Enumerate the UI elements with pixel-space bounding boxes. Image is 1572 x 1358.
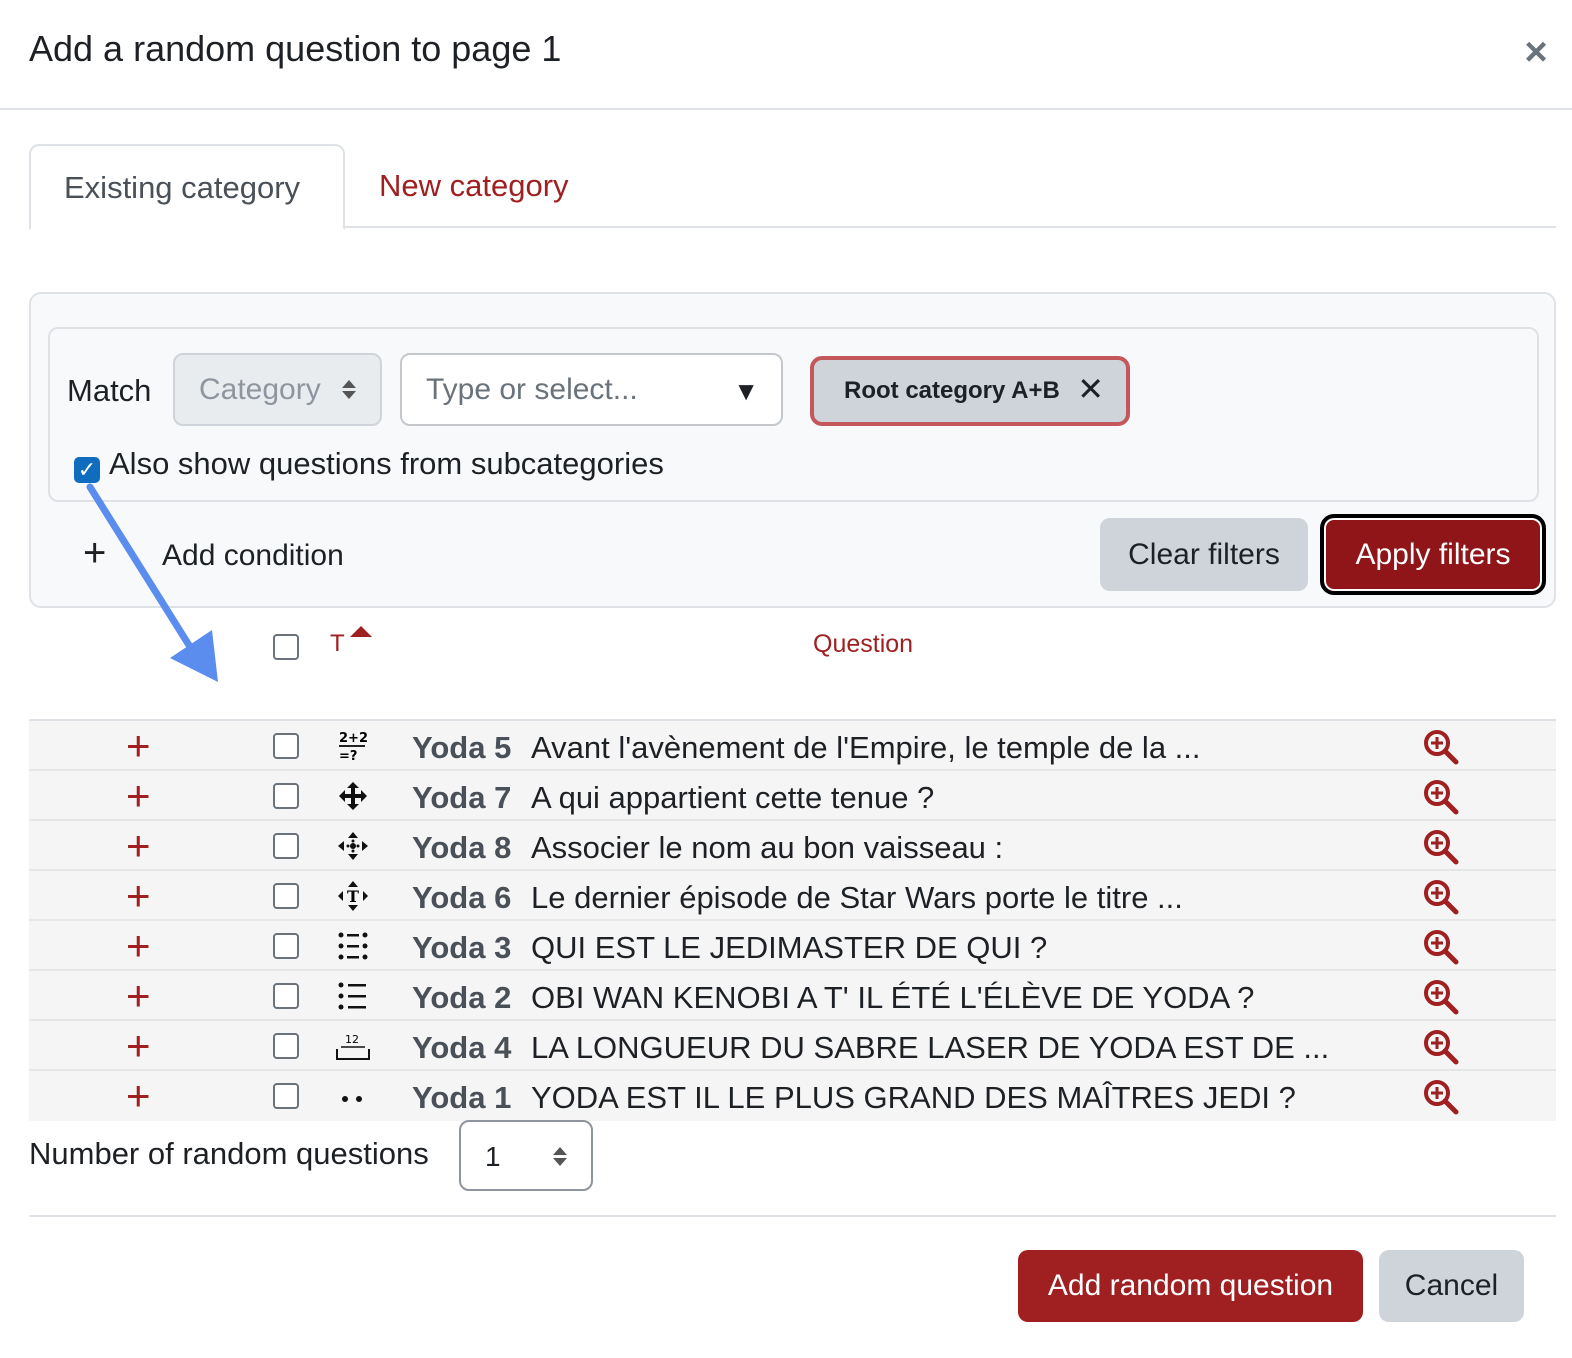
sort-updown-icon	[551, 1122, 569, 1218]
question-name: Yoda 1	[412, 1080, 512, 1115]
question-row: + Yoda 7 A qui appartient cette tenue ?	[29, 771, 1556, 821]
question-column-header[interactable]: Question	[813, 630, 913, 659]
question-row: + Yoda 2 OBI WAN KENOBI A T' IL ÉTÉ L'ÉLÈV…	[29, 971, 1556, 1021]
filter-panel: Match Category Type or select... ▼ Root …	[29, 292, 1556, 608]
question-name: Yoda 5	[412, 730, 512, 765]
selected-category-label: Root category A+B	[844, 377, 1060, 404]
add-question-plus-icon[interactable]: +	[126, 871, 151, 921]
sort-by-type-header[interactable]: T	[330, 630, 345, 658]
svg-text:2+2: 2+2	[339, 731, 368, 746]
question-row: + Yoda 8 Associer le nom au bon vaisseau :	[29, 821, 1556, 871]
question-checkbox[interactable]	[273, 983, 299, 1009]
condition-type-select[interactable]: Category	[173, 353, 382, 426]
drag-drop-image-icon	[333, 779, 373, 813]
question-row: + Yoda 1 YODA EST IL LE PLUS GRAND DES MAÎ…	[29, 1071, 1556, 1121]
dropdown-triangle-icon[interactable]: ▼	[733, 357, 759, 426]
add-question-plus-icon[interactable]: +	[126, 1071, 151, 1121]
question-name: Yoda 8	[412, 830, 512, 865]
clear-filters-button[interactable]: Clear filters	[1100, 518, 1308, 591]
select-all-checkbox[interactable]	[273, 634, 299, 660]
preview-zoom-icon[interactable]	[1423, 779, 1459, 815]
category-tabs: Existing category New category	[29, 144, 1556, 230]
remove-chip-icon[interactable]: ✕	[1077, 358, 1104, 420]
tab-existing-category[interactable]: Existing category	[29, 144, 345, 230]
question-text: A qui appartient cette tenue ?	[531, 780, 935, 815]
random-count-value: 1	[485, 1141, 501, 1172]
question-text: YODA EST IL LE PLUS GRAND DES MAÎTRES JE…	[531, 1080, 1296, 1115]
apply-filters-button[interactable]: Apply filters	[1320, 514, 1546, 595]
question-text: Le dernier épisode de Star Wars porte le…	[531, 880, 1183, 915]
footer-divider	[29, 1215, 1556, 1217]
preview-zoom-icon[interactable]	[1423, 879, 1459, 915]
matching-icon	[333, 929, 373, 963]
question-checkbox[interactable]	[273, 883, 299, 909]
annotation-arrow-head	[170, 630, 218, 682]
question-row: + T Yoda 6 Le dernier épisode de Star Wars …	[29, 871, 1556, 921]
numerical-icon: 12	[333, 1029, 373, 1063]
drag-drop-text-icon: T	[333, 879, 373, 913]
multichoice-icon	[333, 979, 373, 1013]
cancel-button[interactable]: Cancel	[1379, 1250, 1524, 1322]
question-checkbox[interactable]	[273, 1083, 299, 1109]
preview-zoom-icon[interactable]	[1423, 1029, 1459, 1065]
subcategories-option[interactable]: ✓ Also show questions from subcategories	[74, 446, 664, 483]
question-table: +2+2 =? Yoda 5 Avant l'avènement de l'Empir…	[29, 719, 1556, 1121]
question-checkbox[interactable]	[273, 783, 299, 809]
modal-title: Add a random question to page 1	[29, 28, 562, 69]
add-question-plus-icon[interactable]: +	[126, 771, 151, 821]
add-question-plus-icon[interactable]: +	[126, 721, 151, 771]
add-question-plus-icon[interactable]: +	[126, 971, 151, 1021]
subcategories-checkbox[interactable]: ✓	[74, 457, 100, 483]
sort-updown-icon	[340, 355, 358, 451]
question-name: Yoda 3	[412, 930, 512, 965]
preview-zoom-icon[interactable]	[1423, 1079, 1459, 1115]
add-question-plus-icon[interactable]: +	[126, 1021, 151, 1071]
preview-zoom-icon[interactable]	[1423, 979, 1459, 1015]
svg-text:=?: =?	[339, 749, 357, 763]
add-random-question-button[interactable]: Add random question	[1018, 1250, 1363, 1322]
question-checkbox[interactable]	[273, 833, 299, 859]
condition-type-value: Category	[199, 373, 321, 406]
calculated-icon: 2+2 =?	[333, 729, 373, 764]
question-row: +2+2 =? Yoda 5 Avant l'avènement de l'Empir…	[29, 721, 1556, 771]
question-name: Yoda 4	[412, 1030, 512, 1065]
tab-new-category[interactable]: New category	[346, 144, 602, 228]
close-icon[interactable]: ×	[1514, 32, 1558, 76]
preview-zoom-icon[interactable]	[1423, 929, 1459, 965]
match-label: Match	[67, 373, 152, 408]
question-name: Yoda 6	[412, 880, 512, 915]
add-question-plus-icon[interactable]: +	[126, 921, 151, 971]
question-row: + Yoda 3 QUI EST LE JEDIMASTER DE QUI ?	[29, 921, 1556, 971]
question-text: OBI WAN KENOBI A T' IL ÉTÉ L'ÉLÈVE DE YO…	[531, 980, 1255, 1015]
selected-category-chip[interactable]: Root category A+B ✕	[810, 356, 1130, 426]
subcategories-label: Also show questions from subcategories	[109, 446, 664, 481]
modal-header: Add a random question to page 1 ×	[0, 0, 1572, 110]
random-count-label: Number of random questions	[29, 1136, 429, 1171]
add-condition-button[interactable]: Add condition	[162, 539, 344, 573]
question-checkbox[interactable]	[273, 733, 299, 759]
filter-condition: Match Category Type or select... ▼ Root …	[48, 327, 1539, 502]
question-name: Yoda 7	[412, 780, 512, 815]
preview-zoom-icon[interactable]	[1423, 729, 1459, 765]
add-condition-plus-icon[interactable]: +	[83, 528, 106, 578]
random-count-select[interactable]: 1	[459, 1120, 593, 1191]
preview-zoom-icon[interactable]	[1423, 829, 1459, 865]
question-checkbox[interactable]	[273, 933, 299, 959]
question-text: Avant l'avènement de l'Empire, le temple…	[531, 730, 1201, 765]
question-checkbox[interactable]	[273, 1033, 299, 1059]
question-text: LA LONGUEUR DU SABRE LASER DE YODA EST D…	[531, 1030, 1330, 1065]
question-text: Associer le nom au bon vaisseau :	[531, 830, 1004, 865]
truefalse-icon	[333, 1079, 373, 1113]
question-row: +12 Yoda 4 LA LONGUEUR DU SABRE LASER DE Y…	[29, 1021, 1556, 1071]
condition-value-placeholder: Type or select...	[426, 373, 638, 406]
condition-value-input[interactable]: Type or select... ▼	[400, 353, 783, 426]
question-name: Yoda 2	[412, 980, 512, 1015]
svg-text:T: T	[347, 887, 359, 906]
question-text: QUI EST LE JEDIMASTER DE QUI ?	[531, 930, 1048, 965]
add-question-plus-icon[interactable]: +	[126, 821, 151, 871]
drag-drop-marker-icon	[333, 829, 373, 863]
svg-text:12: 12	[345, 1033, 359, 1046]
sort-asc-icon	[350, 626, 372, 637]
